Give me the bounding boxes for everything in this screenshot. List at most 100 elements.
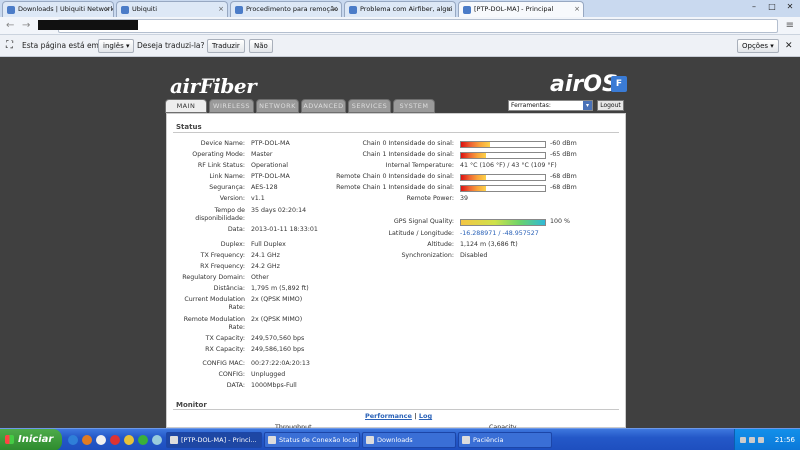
tools-select-value: Ferramentas: [511,102,551,109]
logout-button[interactable]: Logout [597,100,624,111]
translate-button[interactable]: Traduzir [207,39,245,53]
ie-icon[interactable] [68,435,78,445]
browser-tab[interactable]: Ubiquiti × [116,1,228,17]
tab-services[interactable]: SERVICES [348,99,391,113]
address-bar[interactable] [58,19,778,33]
forward-arrow-icon[interactable]: → [22,20,30,32]
field-label: Regulatory Domain: [182,274,245,281]
tab-system[interactable]: SYSTEM [393,99,435,113]
no-translate-button[interactable]: Não [249,39,273,53]
field-value: -60 dBm [550,140,577,147]
status-section-title: Status [176,123,202,131]
field-label: Data: [227,226,245,233]
tray-icon[interactable] [758,437,764,443]
field-value: Unplugged [251,371,286,378]
window-controls: – □ ✕ [746,1,798,13]
field-value: 1,124 m (3,686 ft) [460,241,518,248]
field-label: Operating Mode: [192,151,245,158]
chevron-down-icon: ▾ [125,42,130,50]
browser-tab[interactable]: Problema com Airfiber, algui × [344,1,456,17]
tab-network[interactable]: NETWORK [256,99,299,113]
field-value: 1,795 m (5,892 ft) [251,285,309,292]
taskbar: Iniciar [PTP-DOL-MA] - Princi... Status … [0,428,800,450]
field-label: DATA: [226,382,245,389]
clock[interactable]: 21:56 [775,436,795,444]
favicon-icon [235,6,243,14]
options-button[interactable]: Opções ▾ [737,39,779,53]
browser-icon[interactable] [96,435,106,445]
close-tab-icon[interactable]: × [332,5,338,13]
translate-prefix: Esta página está em [22,41,99,50]
close-tab-icon[interactable]: × [446,5,452,13]
taskbar-task[interactable]: Status de Conexão local [264,432,360,448]
close-window-button[interactable]: ✕ [782,1,798,13]
tab-main[interactable]: MAIN [165,99,207,113]
coordinates-link[interactable]: -16.288971 / -48.957527 [460,230,539,238]
browser-tab-active[interactable]: [PTP-DOL-MA] - Principal × [458,1,584,18]
browser-tab-label: Ubiquiti [132,5,158,13]
field-value: 249,586,160 bps [251,346,305,353]
tab-wireless[interactable]: WIRELESS [209,99,254,113]
volume-icon[interactable] [749,437,755,443]
app-icon[interactable] [152,435,162,445]
airfiber-logo: airFiber [170,74,257,98]
close-tab-icon[interactable]: × [104,5,110,13]
field-value: 35 days 02:20:14 [251,207,307,214]
signal-meter-fill [461,153,487,158]
divider [173,409,619,410]
language-value: inglês [103,42,124,50]
taskbar-task[interactable]: [PTP-DOL-MA] - Princi... [166,432,262,448]
field-value: -68 dBm [550,173,577,180]
field-value: -65 dBm [550,151,577,158]
performance-link[interactable]: Performance [365,412,412,420]
field-value: 2x (QPSK MIMO) [251,296,303,303]
browser-tab[interactable]: Downloads | Ubiquiti Network × [2,1,114,17]
favicon-icon [121,6,129,14]
firefox-icon[interactable] [82,435,92,445]
field-label: RX Capacity: [205,346,245,353]
maximize-button[interactable]: □ [764,1,780,13]
app-icon[interactable] [110,435,120,445]
redacted-url [38,20,138,30]
taskbar-task[interactable]: Downloads [362,432,456,448]
browser-tab-bar: Downloads | Ubiquiti Network × Ubiquiti × … [0,0,800,18]
field-value: v1.1 [251,195,265,202]
browser-tab[interactable]: Procedimento para remoção × [230,1,342,17]
signal-meter-fill [461,142,491,147]
field-label: CONFIG: [218,371,245,378]
network-icon[interactable] [740,437,746,443]
close-tab-icon[interactable]: × [574,5,580,13]
close-tab-icon[interactable]: × [218,5,224,13]
close-icon[interactable]: ✕ [785,35,793,57]
field-label: TX Frequency: [200,252,245,259]
minimize-button[interactable]: – [746,1,762,13]
chevron-down-icon: ▾ [770,42,774,50]
field-value: 100 % [550,218,571,225]
skype-icon[interactable] [138,435,148,445]
field-value: -68 dBm [550,184,577,191]
wrench-menu-icon[interactable]: ≡ [786,20,794,31]
field-label: Altitude: [427,241,454,248]
translate-icon: ⛶ [6,40,13,51]
field-label: Internal Temperature: [385,162,454,169]
tab-advanced[interactable]: ADVANCED [301,99,346,113]
field-label: CONFIG MAC: [202,360,245,367]
back-arrow-icon[interactable]: ← [6,20,14,32]
chrome-icon[interactable] [124,435,134,445]
translate-question: Deseja traduzi-la? [137,41,205,50]
signal-meter [460,174,546,181]
field-value: 249,570,560 bps [251,335,305,342]
taskbar-task[interactable]: Paciência [458,432,552,448]
field-label: Duplex: [220,241,245,248]
field-label: Synchronization: [401,252,454,259]
log-link[interactable]: Log [419,412,432,420]
browser-tab-label: Procedimento para remoção [246,5,339,13]
options-label: Opções [742,42,769,50]
language-select[interactable]: inglês ▾ [98,39,135,53]
field-label: Chain 0 Intensidade do sinal: [362,140,454,147]
airos-f-badge: F [611,76,627,92]
field-label: Current Modulation Rate: [184,296,245,311]
tools-select[interactable]: Ferramentas: ▾ [508,100,593,111]
start-button[interactable]: Iniciar [0,429,62,450]
divider [173,132,619,133]
